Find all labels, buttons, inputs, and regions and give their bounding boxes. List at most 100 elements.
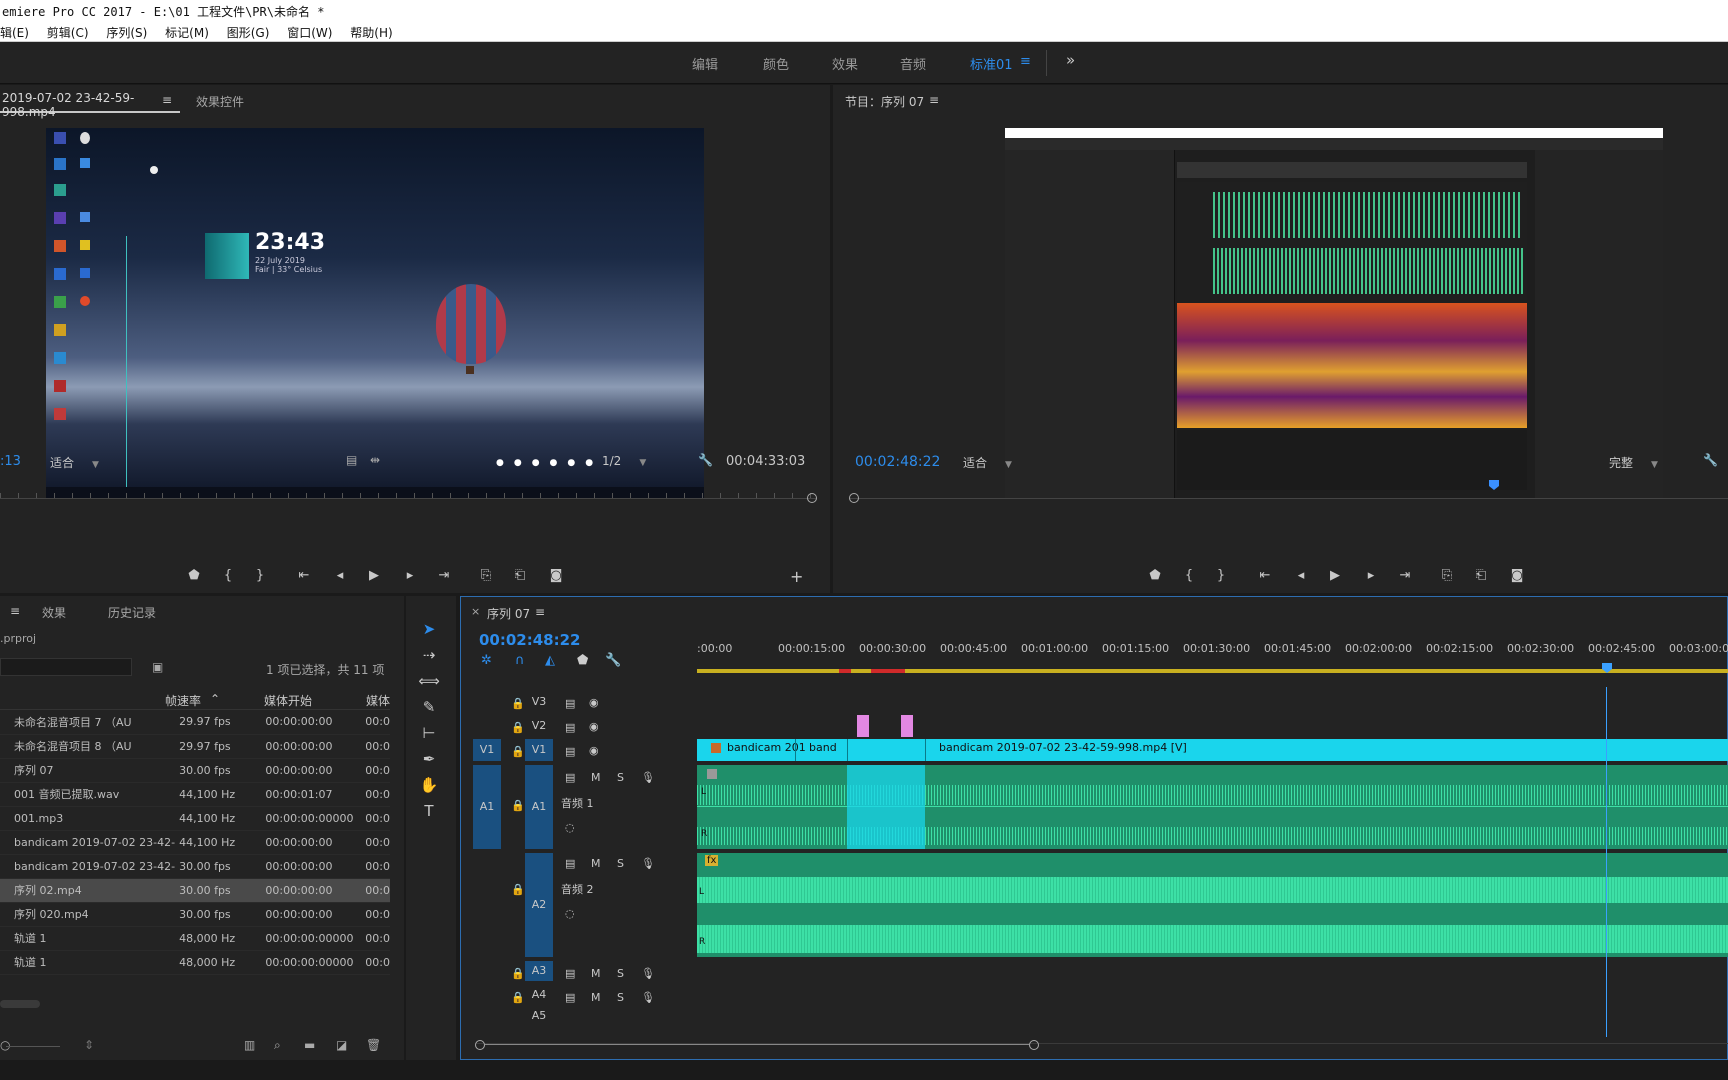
v2-clip[interactable] [857, 715, 869, 737]
mic-icon[interactable]: 🎙 [641, 771, 655, 784]
lock-icon[interactable]: 🔒 [511, 745, 525, 758]
new-bin-icon[interactable]: ▣ [152, 660, 163, 674]
sync-icon[interactable]: ▤ [565, 991, 575, 1004]
add-marker-icon[interactable]: ⬟ [1147, 568, 1163, 584]
sync-icon[interactable]: ▤ [565, 967, 575, 980]
zoom-slider[interactable] [6, 1046, 60, 1047]
eye-icon[interactable]: ◉ [589, 744, 599, 757]
source-zoom-select[interactable]: 适合 ▼ [50, 454, 99, 471]
type-tool-icon[interactable]: T [414, 798, 444, 824]
selection-tool-icon[interactable]: ➤ [414, 616, 444, 642]
step-back-icon[interactable]: ◂ [332, 568, 348, 584]
sequence-tab[interactable]: 序列 07 [487, 605, 530, 622]
wrench-icon[interactable]: 🔧 [1703, 453, 1718, 467]
panel-menu-icon[interactable]: ≡ [929, 93, 939, 107]
lock-icon[interactable]: 🔒 [511, 883, 525, 896]
mute-button[interactable]: M [591, 857, 601, 870]
project-row[interactable]: 未命名混音项目 7 （AU 29.97 fps 00:00:00:00 00:0 [0, 710, 390, 735]
sync-icon[interactable]: ▤ [565, 721, 575, 734]
new-item-icon[interactable]: ◪ [336, 1038, 347, 1052]
volume-keyframe-icon[interactable]: ◌ [565, 907, 575, 920]
project-h-scrollbar[interactable] [0, 1000, 40, 1008]
program-zoom-select[interactable]: 适合 ▼ [963, 454, 1012, 471]
source-patch-v1[interactable]: V1 [473, 739, 501, 761]
volume-keyframe-icon[interactable]: ◌ [565, 821, 575, 834]
panel-menu-icon[interactable]: ≡ [10, 604, 20, 618]
project-search-input[interactable] [0, 658, 132, 676]
mute-button[interactable]: M [591, 991, 601, 1004]
solo-button[interactable]: S [617, 771, 624, 784]
sort-asc-icon[interactable]: ⌃ [210, 692, 220, 706]
menu-clip[interactable]: 剪辑(C) [47, 22, 89, 41]
mute-button[interactable]: M [591, 771, 601, 784]
program-zoom-handle[interactable] [849, 493, 859, 503]
timeline-settings-icon[interactable]: 🔧 [605, 653, 621, 668]
a1-clip[interactable]: L R [697, 765, 1728, 849]
timeline-h-scroll[interactable] [475, 1040, 1728, 1053]
project-row[interactable]: 轨道 1 48,000 Hz 00:00:00:00000 00:0 [0, 950, 390, 975]
track-label-a4[interactable]: A4 [525, 985, 553, 1005]
automate-icon[interactable]: ▥ [244, 1038, 255, 1052]
track-label-v3[interactable]: V3 [525, 692, 553, 712]
project-row[interactable]: 序列 02.mp4 30.00 fps 00:00:00:00 00:0 [0, 878, 390, 903]
export-frame-icon[interactable]: ◙ [548, 568, 564, 584]
play-icon[interactable]: ▶ [1327, 568, 1343, 584]
v1-clips[interactable]: bandicam 201 band bandicam 2019-07-02 23… [697, 739, 1728, 761]
export-frame-icon[interactable]: ◙ [1509, 568, 1525, 584]
eye-icon[interactable]: ◉ [589, 696, 599, 709]
add-button-icon[interactable]: + [790, 567, 803, 586]
snap-icon[interactable]: ∩ [515, 653, 525, 668]
track-name-a2[interactable]: 音频 2 [561, 881, 594, 897]
project-row[interactable]: 序列 020.mp4 30.00 fps 00:00:00:00 00:0 [0, 902, 390, 927]
razor-tool-icon[interactable]: ✎ [414, 694, 444, 720]
column-fps[interactable]: 帧速率 [165, 692, 201, 709]
workspace-color[interactable]: 颜色 [763, 54, 789, 73]
source-tab[interactable]: 2019-07-02 23-42-59-998.mp4 [0, 91, 180, 119]
sync-icon[interactable]: ▤ [565, 857, 575, 870]
linked-selection-icon[interactable]: ◭ [545, 653, 555, 668]
mark-out-icon[interactable]: } [252, 568, 268, 584]
panel-menu-icon[interactable]: ≡ [535, 605, 545, 619]
find-icon[interactable]: ⌕ [274, 1038, 281, 1053]
workspace-effects[interactable]: 效果 [832, 54, 858, 73]
workspace-edit[interactable]: 编辑 [692, 54, 718, 73]
track-area[interactable]: bandicam 201 band bandicam 2019-07-02 23… [697, 687, 1728, 1037]
workspace-menu-icon[interactable]: ≡ [1020, 54, 1031, 69]
mute-button[interactable]: M [591, 967, 601, 980]
menu-window[interactable]: 窗口(W) [287, 22, 332, 41]
a1-selected-clips[interactable] [847, 765, 925, 849]
menu-edit[interactable]: 辑(E) [0, 22, 29, 41]
timeline-ruler[interactable]: :00:00 00:00:15:00 00:00:30:00 00:00:45:00 0… [697, 642, 1728, 668]
go-to-in-icon[interactable]: ⇤ [1257, 568, 1273, 584]
menu-marker[interactable]: 标记(M) [165, 22, 209, 41]
project-row[interactable]: bandicam 2019-07-02 23-42- 30.00 fps 00:00… [0, 854, 390, 879]
eye-icon[interactable]: ◉ [589, 720, 599, 733]
source-zoom-handle[interactable] [807, 493, 817, 503]
project-row[interactable]: bandicam 2019-07-02 23-42- 44,100 Hz 00:00… [0, 830, 390, 855]
timeline-timecode[interactable]: 00:02:48:22 [479, 631, 581, 649]
project-row[interactable]: 001 音频已提取.wav 44,100 Hz 00:00:01:07 00:0 [0, 782, 390, 807]
menu-help[interactable]: 帮助(H) [350, 22, 392, 41]
zoom-slider-handle[interactable]: ○ [0, 1038, 10, 1052]
track-label-a5[interactable]: A5 [525, 1009, 553, 1023]
source-timecode[interactable]: :13 [0, 454, 21, 469]
track-select-tool-icon[interactable]: ⇢ [414, 642, 444, 668]
solo-button[interactable]: S [617, 967, 624, 980]
sync-icon[interactable]: ▤ [565, 745, 575, 758]
extract-icon[interactable]: ⎗ [1473, 568, 1489, 584]
new-bin-icon[interactable]: ▬ [304, 1038, 315, 1052]
lock-icon[interactable]: 🔒 [511, 991, 525, 1004]
solo-button[interactable]: S [617, 991, 624, 1004]
work-area-bar[interactable] [697, 669, 1728, 673]
slip-tool-icon[interactable]: ⊢ [414, 720, 444, 746]
lock-icon[interactable]: 🔒 [511, 721, 525, 734]
program-quality-select[interactable]: 完整 ▼ [1609, 454, 1658, 471]
delete-icon[interactable]: 🗑 [366, 1038, 381, 1052]
source-patch-a1[interactable]: A1 [473, 765, 501, 849]
settings-icon[interactable]: ▤ [346, 453, 357, 467]
mark-out-icon[interactable]: } [1213, 568, 1229, 584]
track-label-v1[interactable]: V1 [525, 739, 553, 761]
source-resolution-select[interactable]: 1/2 ▼ [602, 454, 646, 468]
track-label-a3[interactable]: A3 [525, 961, 553, 981]
solo-button[interactable]: S [617, 857, 624, 870]
